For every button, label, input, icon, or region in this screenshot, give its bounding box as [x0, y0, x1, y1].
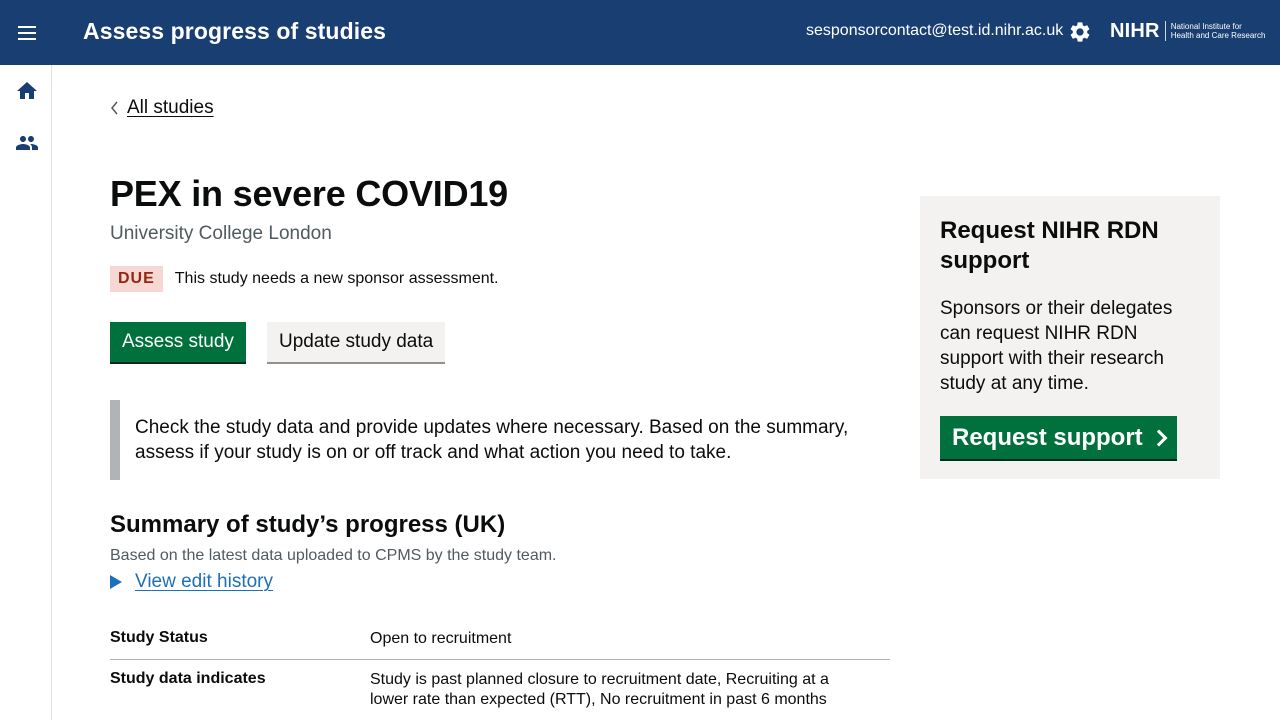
request-support-panel: Request NIHR RDN support Sponsors or the…: [920, 196, 1220, 479]
breadcrumb: All studies: [110, 97, 214, 119]
chevron-left-icon: [111, 101, 118, 115]
home-icon[interactable]: [14, 79, 40, 103]
inset-text: Check the study data and provide updates…: [110, 400, 860, 480]
update-study-data-button[interactable]: Update study data: [267, 322, 446, 362]
side-navigation: [0, 65, 52, 720]
logo-separator: [1164, 21, 1166, 41]
app-title: Assess progress of studies: [83, 18, 386, 44]
hamburger-menu-icon[interactable]: [14, 22, 40, 44]
summary-row-key: Study data indicates: [110, 670, 266, 687]
nihr-logo: NIHR National Institute for Health and C…: [1110, 19, 1271, 43]
view-edit-history-toggle[interactable]: View edit history: [110, 571, 273, 593]
sponsor-name: University College London: [110, 223, 332, 244]
panel-body: Sponsors or their delegates can request …: [940, 298, 1173, 394]
gear-icon[interactable]: [1068, 20, 1092, 44]
user-email: sesponsorcontact@test.id.nihr.ac.uk: [806, 22, 1064, 39]
view-edit-history-link[interactable]: View edit history: [135, 571, 273, 593]
chevron-right-icon: [1150, 429, 1168, 446]
triangle-right-icon: [110, 575, 122, 589]
request-support-button[interactable]: Request support: [940, 416, 1177, 459]
summary-caption: Based on the latest data uploaded to CPM…: [110, 547, 557, 564]
logo-mark: NIHR: [1110, 19, 1160, 42]
summary-row-key: Study Status: [110, 629, 208, 646]
logo-line-2: Health and Care Research: [1170, 31, 1266, 40]
page-title: PEX in severe COVID19: [110, 173, 509, 214]
summary-heading: Summary of study’s progress (UK): [110, 511, 506, 538]
logo-text: National Institute for Health and Care R…: [1171, 22, 1271, 40]
assess-study-button[interactable]: Assess study: [110, 322, 246, 362]
summary-row-value: Open to recruitment: [370, 630, 512, 647]
top-header: Assess progress of studies sesponsorcont…: [0, 0, 1280, 65]
request-support-label: Request support: [952, 424, 1143, 451]
panel-title: Request NIHR RDN support: [940, 217, 1159, 274]
summary-row: Study data indicates Study is past plann…: [110, 660, 890, 710]
summary-row: Study Status Open to recruitment: [110, 620, 890, 660]
status-badge: DUE: [110, 266, 163, 292]
status-text: This study needs a new sponsor assessmen…: [174, 270, 499, 287]
status-row: DUE This study needs a new sponsor asses…: [110, 266, 499, 292]
logo-line-1: National Institute for: [1170, 22, 1242, 31]
summary-row-value: Study is past planned closure to recruit…: [370, 671, 829, 708]
summary-list: Study Status Open to recruitment Study d…: [110, 620, 890, 710]
users-icon[interactable]: [14, 131, 40, 155]
back-link-all-studies[interactable]: All studies: [127, 97, 214, 119]
